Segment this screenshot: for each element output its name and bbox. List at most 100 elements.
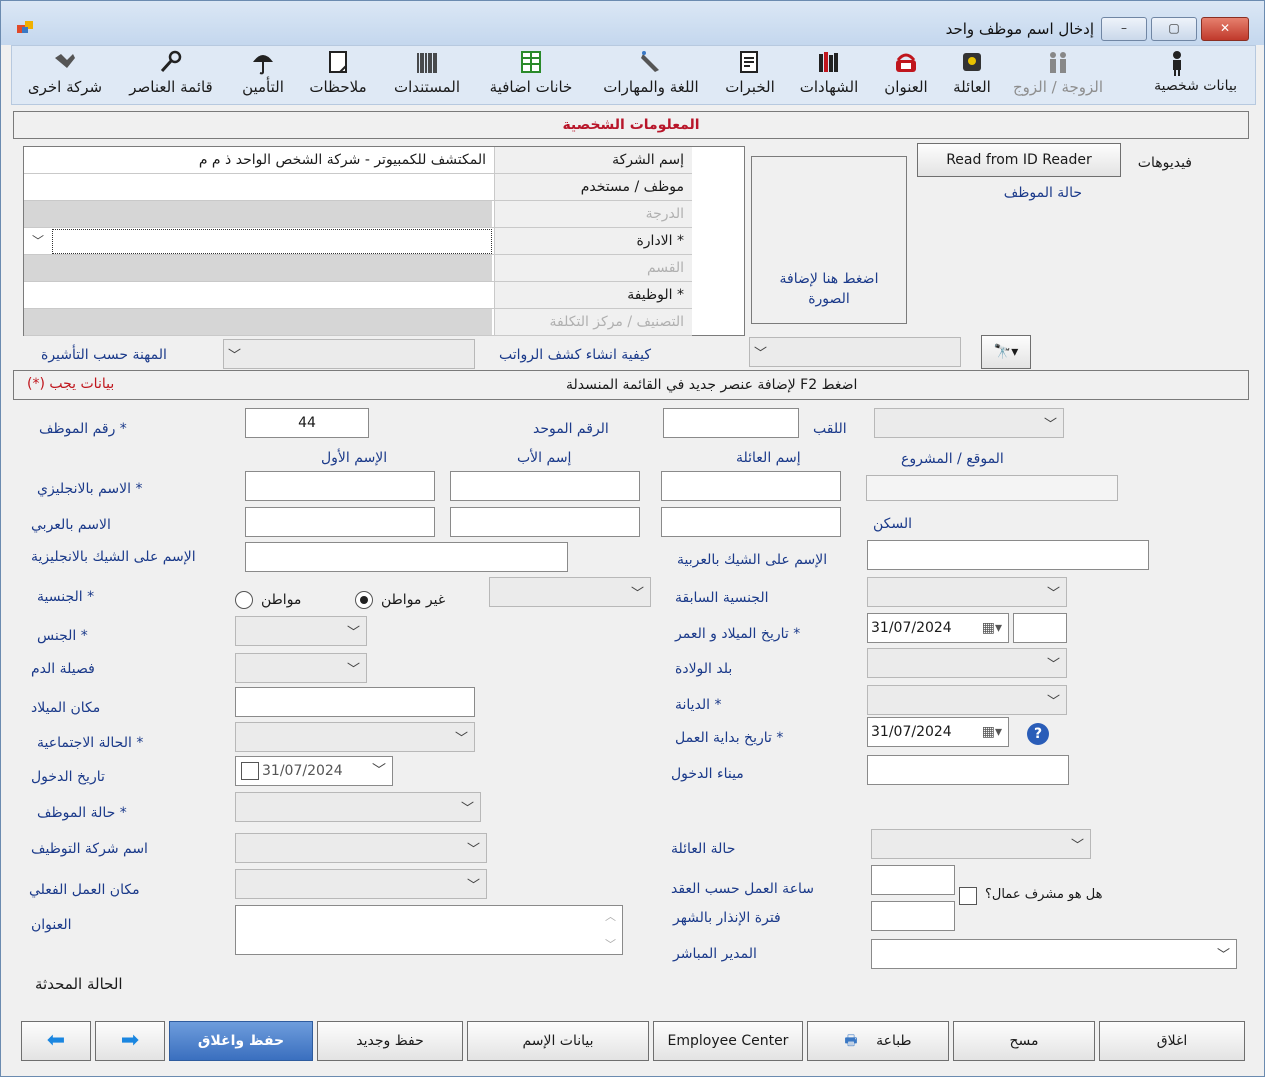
clear-button[interactable]: مسح [953,1021,1095,1061]
birth-country-combo[interactable]: ﹀ [867,648,1067,678]
citizen-radio[interactable] [235,591,253,609]
manager-combo[interactable]: ﹀ [871,939,1237,969]
close-window-button[interactable]: ✕ [1201,17,1249,41]
address-textarea[interactable]: ︿ ﹀ [235,905,623,955]
grid-label: إسم الشركة [494,147,692,173]
gender-combo[interactable]: ﹀ [235,616,367,646]
window-title: إدخال اسم موظف واحد [945,20,1094,38]
required-star: * [131,735,144,751]
tab-notes[interactable]: ملاحظات [298,48,378,102]
calendar-icon[interactable]: ▦▾ [982,718,1002,746]
tab-extra-fields[interactable]: خانات اضافية [476,48,586,102]
dob-picker[interactable]: 31/07/2024 ▦▾ [867,613,1009,643]
tab-family[interactable]: العائلة [942,48,1002,102]
tab-language[interactable]: اللغة والمهارات [590,48,712,102]
grid-label: * الوظيفة [494,282,692,308]
tab-other-company[interactable]: شركة اخرى [20,48,110,102]
department-combo[interactable] [52,229,492,254]
chevron-down-icon[interactable]: ﹀ [26,230,50,252]
nationality-combo[interactable]: ﹀ [489,577,651,607]
employee-number-input[interactable]: 44 [245,408,369,438]
employee-status-link[interactable]: حالة الموظف [1004,185,1082,201]
help-icon[interactable]: ? [1027,723,1049,745]
entry-port-input[interactable] [867,755,1069,785]
close-button[interactable]: اغلاق [1099,1021,1245,1061]
id-reader-button[interactable]: Read from ID Reader [917,143,1121,177]
first-name-ar-input[interactable] [245,507,435,537]
family-state-label: حالة العائلة [671,841,736,857]
notice-period-input[interactable] [871,901,955,931]
grid-label: الدرجة [494,201,692,227]
tab-spouse[interactable]: الزوجة / الزوج [1006,48,1110,102]
search-binoculars-button[interactable]: ▾🔭 [981,335,1031,369]
couple-icon [1050,52,1066,73]
scroll-up-icon[interactable]: ︿ [605,908,616,924]
tab-label: الشهادات [799,78,859,96]
photo-box[interactable]: اضغط هنا لإضافة الصورة [751,156,907,324]
minimize-button[interactable]: – [1101,17,1147,41]
family-state-combo[interactable]: ﹀ [871,829,1091,859]
job-value[interactable] [24,282,492,308]
marital-status-combo[interactable]: ﹀ [235,722,475,752]
tab-experience[interactable]: الخبرات [716,48,784,102]
entry-date-checkbox[interactable] [241,762,259,780]
tab-address[interactable]: العنوان [874,48,938,102]
tab-insurance[interactable]: التأمين [232,48,294,102]
tab-documents[interactable]: المستندات [382,48,472,102]
main-window: إدخال اسم موظف واحد – ▢ ✕ بيانات شخصية ا… [0,0,1265,1077]
family-name-en-input[interactable] [661,471,841,501]
required-star: * [710,697,722,713]
employee-type-value[interactable] [24,174,492,200]
company-name-value[interactable]: المكتشف للكمبيوتر - شركة الشخص الواحد ذ … [24,147,492,173]
payroll-combo[interactable]: ﹀ [749,337,961,367]
father-name-ar-input[interactable] [450,507,640,537]
grid-row: التصنيف / مركز التكلفة [24,309,692,336]
start-date-picker[interactable]: 31/07/2024 ▦▾ [867,717,1009,747]
actual-workplace-combo[interactable]: ﹀ [235,869,487,899]
save-new-button[interactable]: حفظ وجديد [317,1021,463,1061]
printer-icon: 🖶 [844,1033,858,1049]
grid-row: القسم [24,255,692,282]
family-name-ar-input[interactable] [661,507,841,537]
scroll-down-icon[interactable]: ﹀ [605,936,616,952]
maximize-button[interactable]: ▢ [1151,17,1197,41]
next-arrow-icon[interactable]: ➡ [95,1021,165,1061]
unified-number-input[interactable] [663,408,799,438]
chevron-down-icon: ﹀ [466,878,480,894]
grid-row: موظف / مستخدم [24,174,692,201]
grid-row: الدرجة [24,201,692,228]
father-name-en-input[interactable] [450,471,640,501]
tab-certificates[interactable]: الشهادات [788,48,870,102]
name-data-button[interactable]: بيانات الإسم [467,1021,649,1061]
cheque-ar-input[interactable] [867,540,1149,570]
prev-arrow-icon[interactable]: ⬅ [21,1021,91,1061]
print-button[interactable]: طباعة 🖶 [807,1021,949,1061]
tab-items-list[interactable]: قائمة العناصر [114,48,228,102]
videos-link[interactable]: فيديوهات [1138,155,1192,171]
contract-hours-input[interactable] [871,865,955,895]
profession-combo[interactable]: ﹀ [223,339,475,369]
first-name-en-input[interactable] [245,471,435,501]
calendar-icon[interactable]: ▦▾ [982,614,1002,642]
non-citizen-radio[interactable] [355,591,373,609]
save-close-button[interactable]: حفظ واغلاق [169,1021,313,1061]
employee-state-combo[interactable]: ﹀ [235,792,481,822]
cheque-en-input[interactable] [245,542,568,572]
blood-type-combo[interactable]: ﹀ [235,653,367,683]
wrench-icon [160,50,182,73]
tab-label: ملاحظات [309,78,367,96]
tab-personal[interactable]: بيانات شخصية [1116,48,1237,102]
employee-center-button[interactable]: Employee Center [653,1021,803,1061]
sponsor-combo[interactable]: ﹀ [235,833,487,863]
title-combo[interactable]: ﹀ [874,408,1064,438]
entry-date-picker[interactable]: 31/07/2024 ﹀ [235,756,393,786]
sponsor-label: اسم شركة التوظيف [31,841,148,857]
supervisor-checkbox[interactable] [959,887,977,905]
chevron-down-icon: ﹀ [630,586,644,602]
previous-nationality-combo[interactable]: ﹀ [867,577,1067,607]
birth-place-input[interactable] [235,687,475,717]
age-input[interactable] [1013,613,1067,643]
chevron-down-icon[interactable]: ﹀ [372,757,386,785]
tab-label: المستندات [393,78,460,96]
religion-combo[interactable]: ﹀ [867,685,1067,715]
